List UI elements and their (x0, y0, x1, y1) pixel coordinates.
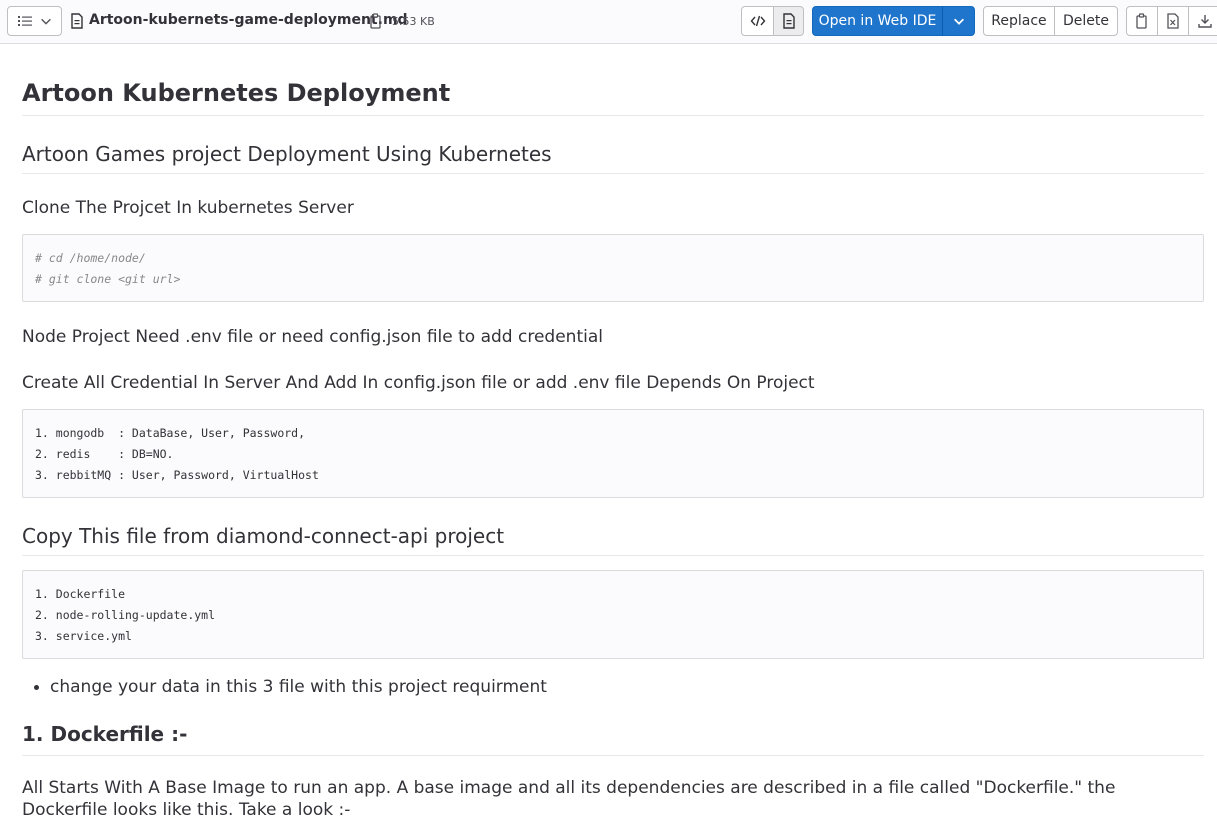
heading-env: Node Project Need .env file or need conf… (22, 327, 603, 347)
code-line: 1. Dockerfile (35, 587, 126, 601)
download-icon (1198, 15, 1212, 28)
file-tree-toggle-button[interactable] (7, 6, 62, 36)
display-rendered-button[interactable] (773, 6, 804, 36)
file-name: Artoon-kubernets-game-deployment.md (89, 12, 408, 28)
heading-main: Artoon Kubernetes Deployment (22, 79, 1204, 116)
copy-icon (1136, 13, 1147, 29)
list-item: change your data in this 3 file with thi… (34, 677, 547, 697)
code-block-files: 1. Dockerfile 2. node-rolling-update.yml… (22, 570, 1204, 659)
edit-options-dropdown-button[interactable] (942, 6, 975, 36)
list-icon (17, 16, 32, 26)
chevron-down-icon (40, 18, 51, 25)
code-line: 2. node-rolling-update.yml (35, 608, 216, 622)
display-source-button[interactable] (741, 6, 774, 36)
paragraph-base-image: All Starts With A Base Image to run an a… (22, 778, 1116, 820)
code-line: 1. mongodb : DataBase, User, Password, (35, 426, 306, 440)
code-line: 2. redis : DB=NO. (35, 447, 174, 461)
heading-copy-files: Copy This file from diamond-connect-api … (22, 523, 1204, 556)
file-icon (71, 13, 83, 29)
code-line: # git clone <git url> (35, 272, 181, 286)
heading-clone: Clone The Projcet In kubernetes Server (22, 198, 354, 218)
chevron-down-icon (953, 18, 964, 25)
code-line: 3. rebbitMQ : User, Password, VirtualHos… (35, 468, 319, 482)
open-in-web-ide-button[interactable]: Open in Web IDE (812, 6, 943, 36)
copy-contents-button[interactable] (1126, 6, 1158, 36)
code-line: 3. service.yml (35, 629, 132, 643)
file-header-toolbar: Artoon-kubernets-game-deployment.md 5.53… (0, 0, 1217, 44)
document-icon (782, 13, 795, 29)
code-block-clone: # cd /home/node/ # git clone <git url> (22, 234, 1204, 302)
file-size: 5.53 KB (392, 15, 435, 28)
raw-file-icon (1167, 13, 1179, 29)
code-line: # cd /home/node/ (35, 251, 146, 265)
download-button[interactable] (1188, 6, 1217, 36)
replace-button[interactable]: Replace (983, 6, 1055, 36)
copy-path-icon[interactable] (369, 13, 383, 29)
code-block-credentials: 1. mongodb : DataBase, User, Password, 2… (22, 409, 1204, 498)
code-icon (750, 15, 765, 27)
heading-credentials: Create All Credential In Server And Add … (22, 373, 815, 393)
heading-project: Artoon Games project Deployment Using Ku… (22, 141, 1204, 174)
open-raw-button[interactable] (1157, 6, 1189, 36)
replace-label: Replace (991, 13, 1047, 29)
open-in-web-ide-label: Open in Web IDE (818, 13, 937, 29)
delete-button[interactable]: Delete (1054, 6, 1118, 36)
heading-dockerfile: 1. Dockerfile :- (22, 721, 1204, 756)
delete-label: Delete (1063, 13, 1109, 29)
